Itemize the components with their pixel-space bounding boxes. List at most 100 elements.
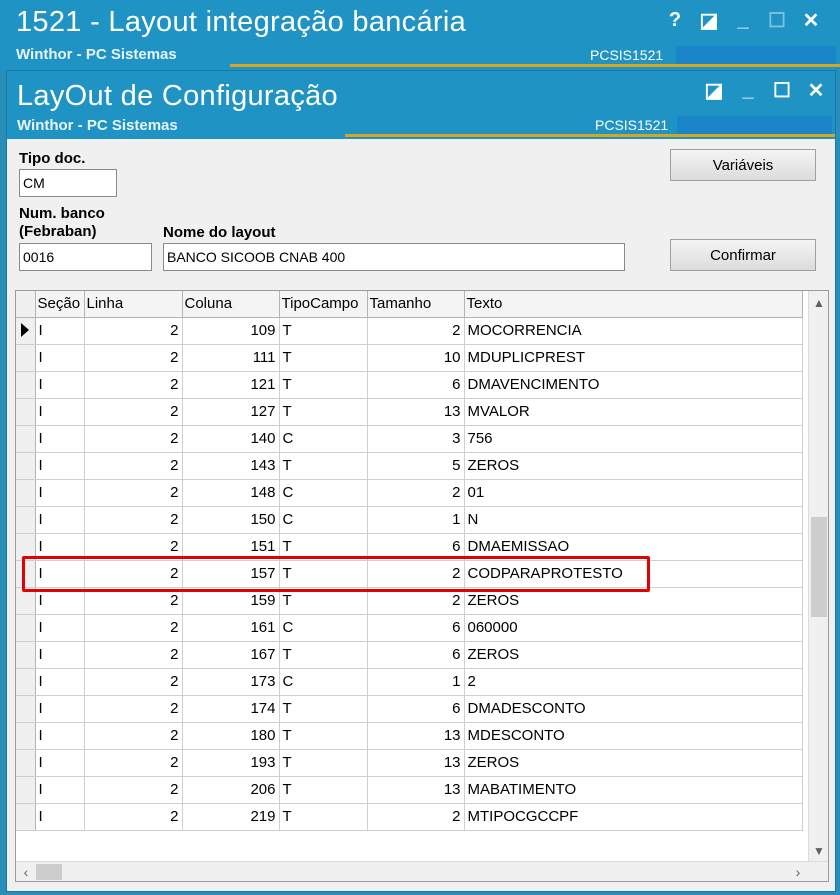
horizontal-scroll-thumb[interactable] [36, 864, 62, 880]
cell-coluna[interactable]: 127 [182, 398, 280, 426]
cell-linha[interactable]: 2 [84, 776, 183, 804]
row-indicator[interactable] [16, 587, 36, 615]
cell-linha[interactable]: 2 [84, 533, 183, 561]
table-row[interactable]: I 2 173 C 1 2 [16, 668, 803, 696]
cell-tamanho[interactable]: 2 [367, 803, 465, 831]
confirmar-button[interactable]: Confirmar [670, 239, 816, 271]
cell-tamanho[interactable]: 3 [367, 425, 465, 453]
row-indicator[interactable] [16, 479, 36, 507]
cell-tipocampo[interactable]: T [279, 452, 368, 480]
help-icon[interactable]: ? [658, 8, 692, 32]
table-row[interactable]: I 2 111 T 10 MDUPLICPREST [16, 344, 803, 372]
cell-coluna[interactable]: 180 [182, 722, 280, 750]
row-indicator[interactable] [16, 533, 36, 561]
cell-secao[interactable]: I [35, 587, 85, 615]
cell-secao[interactable]: I [35, 533, 85, 561]
cell-linha[interactable]: 2 [84, 560, 183, 588]
table-row[interactable]: I 2 127 T 13 MVALOR [16, 398, 803, 426]
cell-secao[interactable]: I [35, 479, 85, 507]
table-row[interactable]: I 2 151 T 6 DMAEMISSAO [16, 533, 803, 561]
cell-secao[interactable]: I [35, 614, 85, 642]
cell-tipocampo[interactable]: T [279, 533, 368, 561]
cell-coluna[interactable]: 150 [182, 506, 280, 534]
header-linha[interactable]: Linha [84, 291, 183, 318]
cell-tipocampo[interactable]: C [279, 479, 368, 507]
cell-tipocampo[interactable]: T [279, 317, 368, 345]
cell-tamanho[interactable]: 6 [367, 695, 465, 723]
cell-texto[interactable]: 2 [464, 668, 803, 696]
cell-secao[interactable]: I [35, 371, 85, 399]
cell-coluna[interactable]: 206 [182, 776, 280, 804]
row-indicator[interactable] [16, 560, 36, 588]
cell-tamanho[interactable]: 13 [367, 776, 465, 804]
cell-tipocampo[interactable]: C [279, 506, 368, 534]
vertical-scroll-thumb[interactable] [811, 517, 827, 617]
cell-tamanho[interactable]: 2 [367, 317, 465, 345]
minimize-icon[interactable]: _ [731, 78, 765, 102]
cell-tamanho[interactable]: 5 [367, 452, 465, 480]
vertical-scrollbar[interactable]: ▲ ▼ [808, 291, 828, 863]
header-coluna[interactable]: Coluna [182, 291, 280, 318]
cell-linha[interactable]: 2 [84, 344, 183, 372]
cell-texto[interactable]: MABATIMENTO [464, 776, 803, 804]
row-indicator[interactable] [16, 614, 36, 642]
cell-texto[interactable]: DMADESCONTO [464, 695, 803, 723]
maximize-icon[interactable]: ☐ [760, 8, 794, 32]
cell-coluna[interactable]: 140 [182, 425, 280, 453]
cell-tamanho[interactable]: 6 [367, 641, 465, 669]
cell-linha[interactable]: 2 [84, 614, 183, 642]
nome-layout-field[interactable]: BANCO SICOOB CNAB 400 [163, 243, 625, 271]
table-row[interactable]: I 2 121 T 6 DMAVENCIMENTO [16, 371, 803, 399]
cell-linha[interactable]: 2 [84, 587, 183, 615]
cell-secao[interactable]: I [35, 695, 85, 723]
row-indicator[interactable] [16, 722, 36, 750]
scroll-up-icon[interactable]: ▲ [809, 293, 828, 313]
cell-texto[interactable]: 756 [464, 425, 803, 453]
cell-tipocampo[interactable]: C [279, 425, 368, 453]
cell-linha[interactable]: 2 [84, 641, 183, 669]
cell-tamanho[interactable]: 6 [367, 614, 465, 642]
row-indicator[interactable] [16, 317, 36, 345]
cell-texto[interactable]: DMAVENCIMENTO [464, 371, 803, 399]
header-texto[interactable]: Texto [464, 291, 803, 318]
cell-tipocampo[interactable]: T [279, 776, 368, 804]
num-banco-field[interactable]: 0016 [19, 243, 152, 271]
table-row[interactable]: I 2 109 T 2 MOCORRENCIA [16, 317, 803, 345]
row-indicator[interactable] [16, 425, 36, 453]
cell-linha[interactable]: 2 [84, 506, 183, 534]
restore-icon[interactable]: ◪ [692, 8, 726, 32]
cell-tipocampo[interactable]: T [279, 641, 368, 669]
cell-texto[interactable]: MDESCONTO [464, 722, 803, 750]
cell-secao[interactable]: I [35, 506, 85, 534]
cell-texto[interactable]: ZEROS [464, 452, 803, 480]
cell-tamanho[interactable]: 2 [367, 560, 465, 588]
cell-texto[interactable]: MTIPOCGCCPF [464, 803, 803, 831]
cell-texto[interactable]: ZEROS [464, 587, 803, 615]
cell-secao[interactable]: I [35, 803, 85, 831]
cell-secao[interactable]: I [35, 425, 85, 453]
cell-tamanho[interactable]: 13 [367, 722, 465, 750]
cell-linha[interactable]: 2 [84, 452, 183, 480]
cell-texto[interactable]: DMAEMISSAO [464, 533, 803, 561]
row-indicator[interactable] [16, 506, 36, 534]
cell-tamanho[interactable]: 2 [367, 479, 465, 507]
cell-coluna[interactable]: 159 [182, 587, 280, 615]
cell-secao[interactable]: I [35, 668, 85, 696]
cell-texto[interactable]: ZEROS [464, 749, 803, 777]
cell-coluna[interactable]: 121 [182, 371, 280, 399]
maximize-icon[interactable]: ☐ [765, 78, 799, 102]
cell-tipocampo[interactable]: C [279, 668, 368, 696]
restore-icon[interactable]: ◪ [697, 78, 731, 102]
table-row[interactable]: I 2 157 T 2 CODPARAPROTESTO [16, 560, 803, 588]
header-secao[interactable]: Seção [35, 291, 85, 318]
scroll-right-icon[interactable]: › [788, 862, 808, 881]
table-row[interactable]: I 2 219 T 2 MTIPOCGCCPF [16, 803, 803, 831]
cell-secao[interactable]: I [35, 398, 85, 426]
table-row[interactable]: I 2 206 T 13 MABATIMENTO [16, 776, 803, 804]
table-row[interactable]: I 2 167 T 6 ZEROS [16, 641, 803, 669]
cell-coluna[interactable]: 109 [182, 317, 280, 345]
cell-coluna[interactable]: 193 [182, 749, 280, 777]
cell-coluna[interactable]: 174 [182, 695, 280, 723]
cell-secao[interactable]: I [35, 344, 85, 372]
cell-coluna[interactable]: 111 [182, 344, 280, 372]
